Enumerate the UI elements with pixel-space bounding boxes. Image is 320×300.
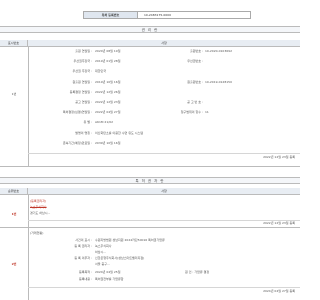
rights-divider [28, 47, 29, 166]
owner-row1-label: 1번 [11, 212, 17, 216]
rights-field-label: 유 별 : [83, 120, 92, 125]
owner-row2-label: 2번 [11, 262, 17, 266]
owner-field-value: 특허권전부를 가압류함 [95, 277, 124, 281]
rights-field-value: 2019년 10월 16일 [95, 79, 121, 84]
rights-field-value2: 10-2019-0128150 [205, 79, 232, 84]
rights-field-value2: 11 [205, 110, 209, 115]
owner-field-label: 등 록 의무자 : [74, 256, 92, 260]
rights-separator [28, 153, 300, 154]
owner-field-label: 등 록 권리자 : [74, 244, 92, 248]
rights-field-label: 출원 연월일 : [75, 49, 92, 53]
owner-field-value: 2024년 04월 25일 [95, 270, 121, 274]
col-display-number: 표시번호 [0, 40, 28, 47]
rights-field-value2: 10-2020-0103692 [205, 49, 232, 53]
rights-field-label2: 청구범위의 항수 : [180, 110, 203, 115]
rights-field-label: 공고 연월일 : [75, 100, 92, 104]
owner-row1-address: 경기도 하남시... [30, 211, 51, 215]
owner-row1-type: (등록권리자) [30, 199, 47, 203]
rights-field-label: 특허결정(심결)연월일 : [62, 110, 92, 115]
owner-field-value2: 원 인 : 가압류 결정 [185, 270, 210, 274]
rights-field-value: A61M 21/02 [95, 120, 114, 125]
owner-field-value: 신한은행주식회사(성남스마트밸리지점) [95, 256, 145, 260]
owner-section-title: 특 허 권 자 란 [0, 177, 300, 184]
owner-field-label: 사건의 표시 : [75, 238, 92, 242]
registration-number-box: 특허 등록번호 10-2483175-0000 [83, 11, 251, 19]
rights-field-label2: 출원번호 : [189, 49, 203, 53]
owner-field-label: 등록목적 : [78, 270, 92, 274]
owner-row1-date: 2022년 12월 23일 등록 [263, 221, 295, 225]
owner-row1-separator [28, 220, 300, 221]
col-content-2: 사항 [161, 189, 167, 193]
rights-field-label2: 원출원번호 : [187, 79, 203, 84]
owner-row1-bottom [0, 227, 300, 228]
rights-field-label2: 공 고 번 호 : [187, 100, 203, 104]
owner-table-header: 순위번호 사항 [0, 188, 300, 195]
owner-field-value: 수원지방법원 성남지원 2024카단50016 특허권가압류 [95, 238, 165, 242]
registration-number-label: 특허 등록번호 [84, 12, 138, 18]
owner-field-value: 하남시... [95, 250, 107, 254]
rights-field-label2: 우선권번호 : [187, 59, 203, 64]
owner-field-label: 등록내용 : [78, 277, 92, 281]
rights-field-value: 2022년 12월 26일 [95, 89, 121, 94]
registration-number-value: 10-2483175-0000 [144, 13, 171, 17]
owner-field-value: 서울 중구... [95, 262, 110, 266]
rights-field-label: 발명의 명칭 : [75, 130, 92, 135]
rights-row-label: 1번 [11, 92, 17, 96]
rights-registered-date: 2022년 12월 23일 등록 [263, 154, 295, 159]
col-rank-number: 순위번호 [0, 188, 28, 195]
owner-row2-date: 2024년 04월 27일 등록 [263, 289, 295, 293]
col-content: 사항 [161, 41, 167, 45]
rights-field-label: 원출원 연월일 : [72, 79, 92, 84]
owner-divider [28, 195, 29, 300]
rights-section-title: 권 리 란 [0, 26, 300, 33]
rights-bottom-border [0, 166, 300, 167]
owner-row1-name: 녹스주식회사 [30, 205, 47, 209]
rights-field-value: 2020년 08월 19일 [95, 49, 121, 53]
rights-field-label: 우선권주장국 : [73, 59, 92, 64]
owner-field-value: 녹스주식회사 [95, 244, 112, 248]
rights-field-value: 2022년 12월 23일 [95, 100, 121, 104]
rights-field-label: 등록결정 연월일 : [69, 89, 92, 94]
owner-row2-type: (거래현황) [30, 231, 44, 235]
owner-row2-separator [28, 287, 300, 288]
rights-field-label: 우선권 주장국 : [72, 69, 92, 74]
rights-field-value: 대한민국 [95, 69, 107, 74]
rights-table-header: 표시번호 사항 [0, 40, 300, 47]
rights-field-value: 2039년 10월 16일 [95, 140, 121, 145]
rights-field-value: 2022년 04월 27일 [95, 110, 121, 115]
rights-field-value: 이산화탄소를 이용한 수면 유도 시스템 [95, 130, 143, 135]
rights-field-value: 2019년 01월 28일 [95, 59, 121, 64]
rights-field-label: 존속기간(예정)만료일 : [62, 140, 92, 145]
